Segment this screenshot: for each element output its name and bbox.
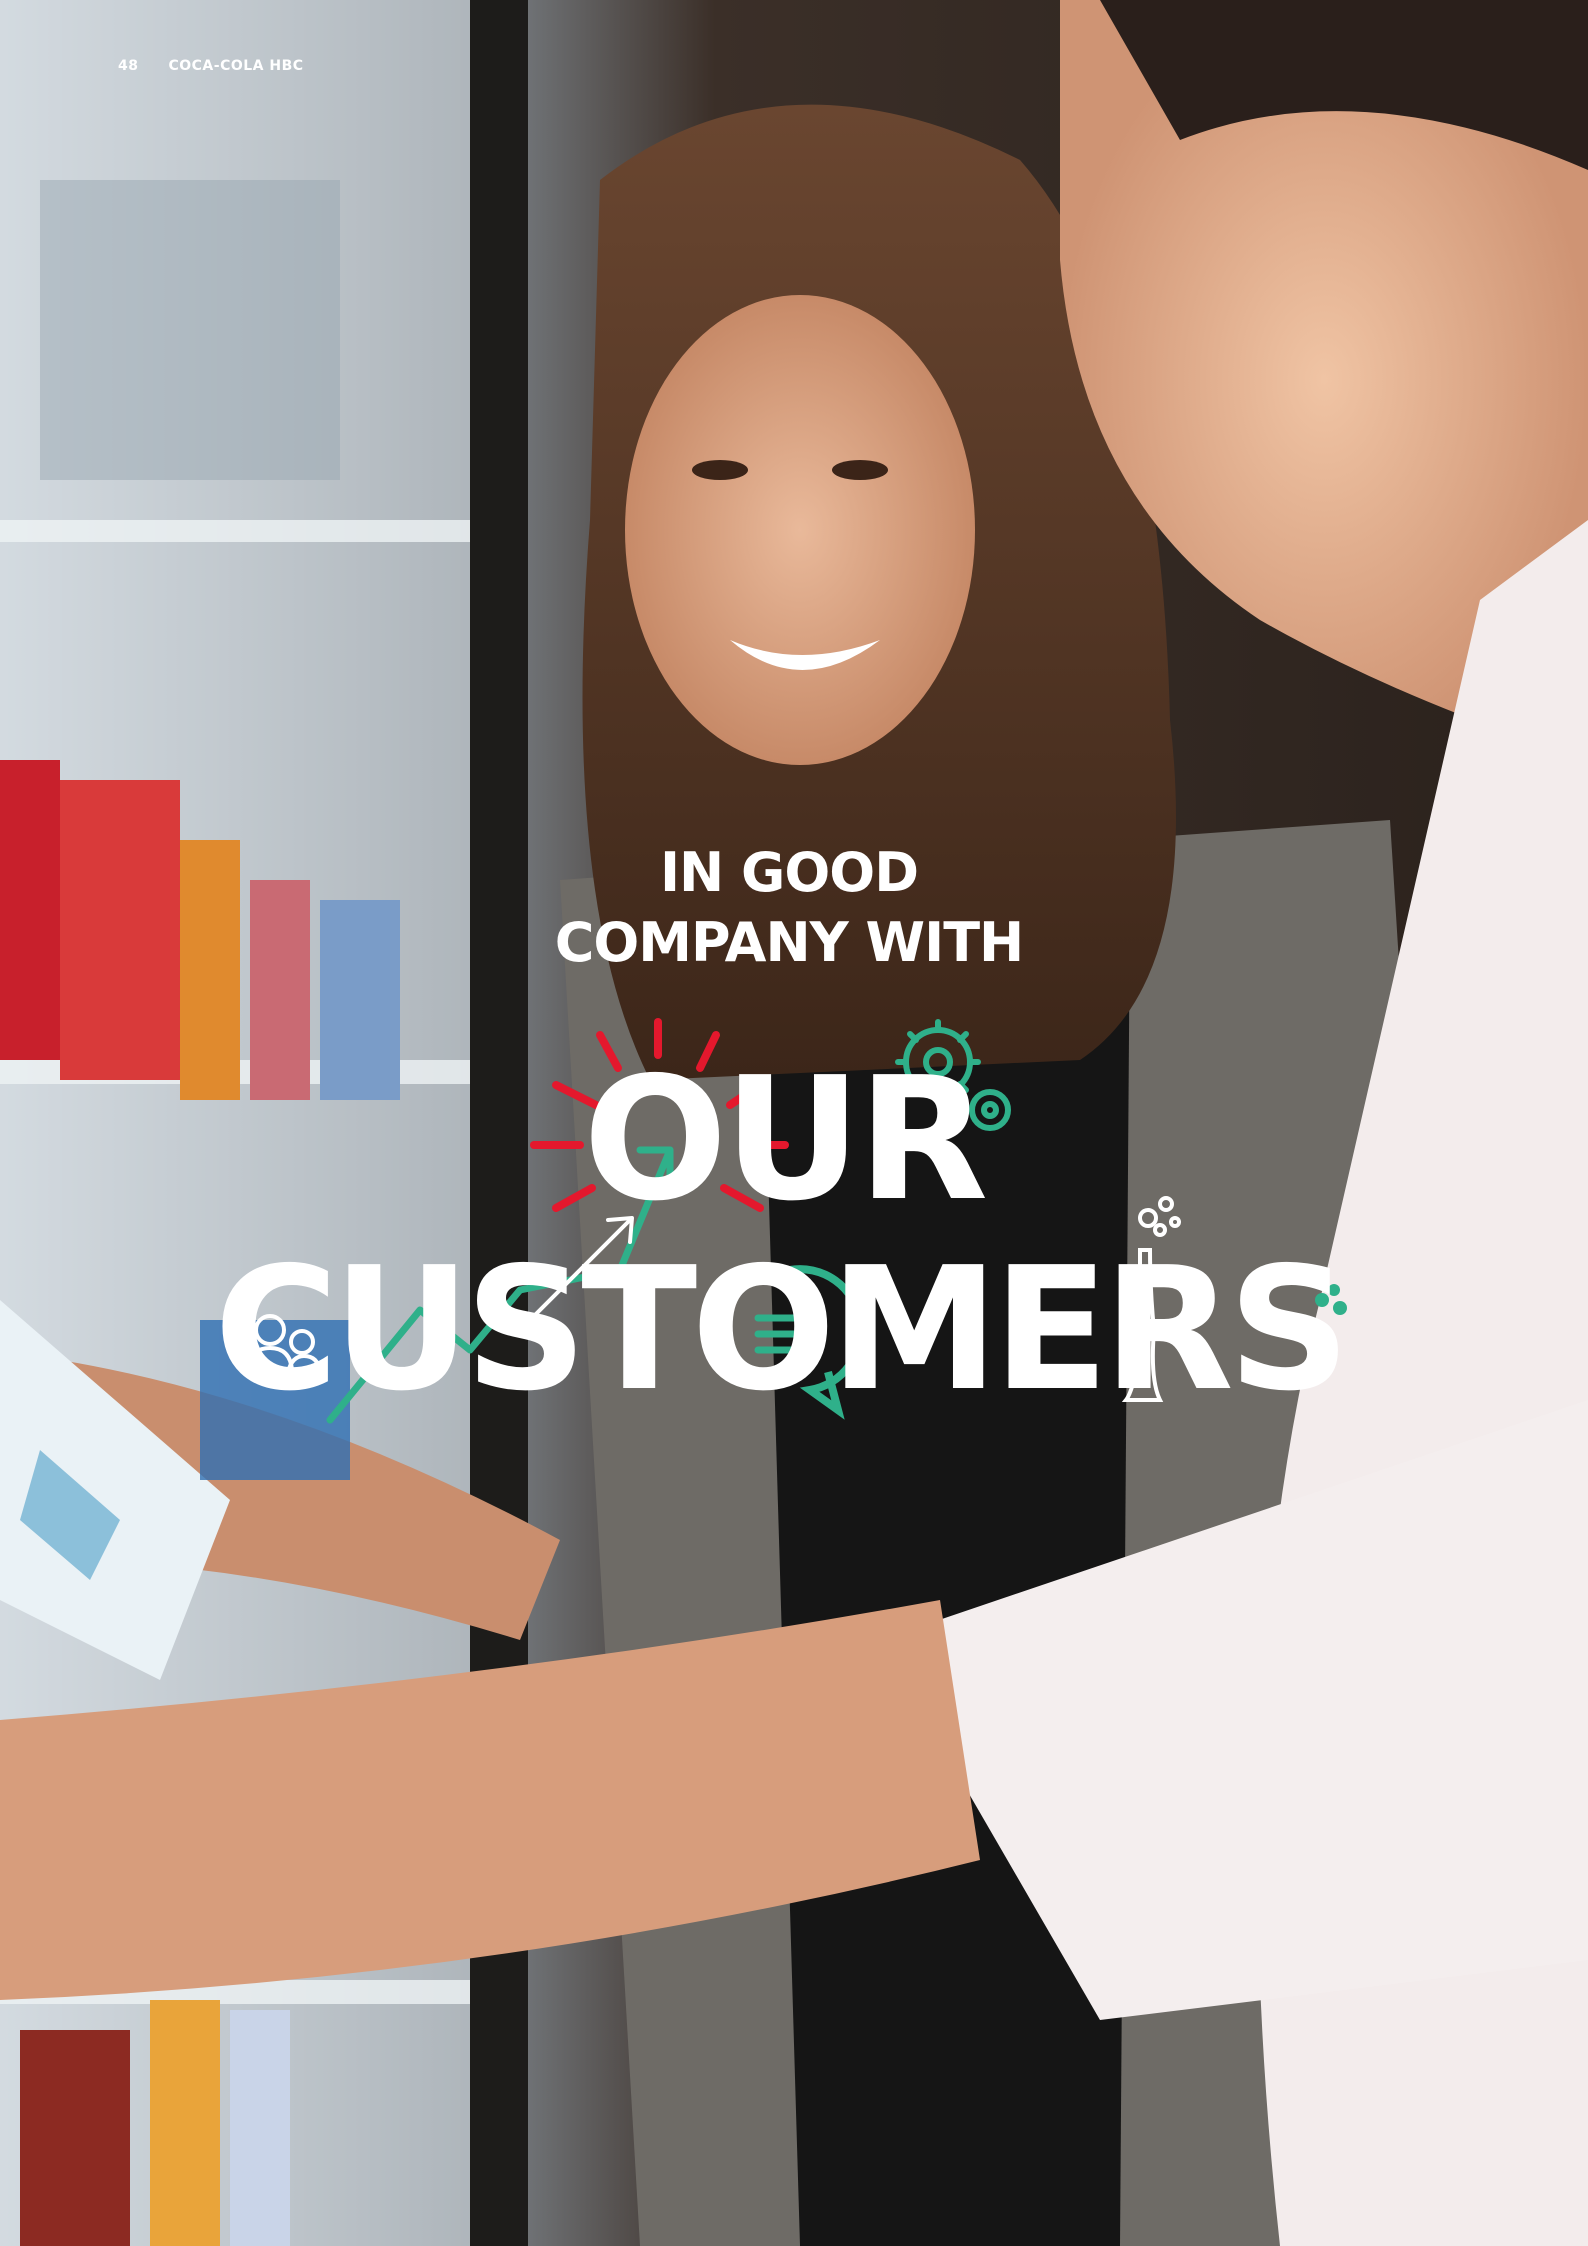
headline: IN GOOD COMPANY WITH — [0, 838, 1588, 978]
report-page: 48 COCA-COLA HBC IN GOOD COMPANY WITH OU… — [0, 0, 1588, 2246]
headline-word-our: OUR — [583, 1041, 988, 1239]
headline-word-customers: CUSTOMERS — [214, 1231, 1350, 1429]
headline-line-2: COMPANY WITH — [554, 911, 1024, 974]
headline-line-1: IN GOOD — [659, 841, 919, 904]
